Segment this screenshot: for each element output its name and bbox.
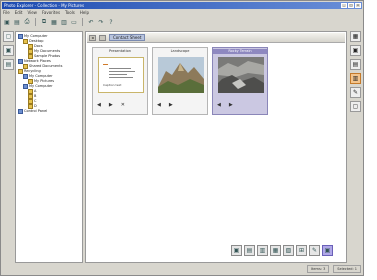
previous-icon[interactable]: ◀ — [217, 102, 221, 108]
minimize-button[interactable]: _ — [341, 3, 347, 8]
copy-icon[interactable]: ⧉ — [40, 18, 48, 26]
next-icon[interactable]: ▶ — [109, 102, 113, 108]
card-controls: ◀ ▶ ✕ — [97, 102, 143, 108]
content-header: ◂ Contact Sheet — [87, 33, 345, 43]
previous-icon[interactable]: ◀ — [157, 102, 161, 108]
thumbnail-card-landscape[interactable]: Landscape ◀ ▶ — [152, 47, 208, 115]
save-icon[interactable]: ▣ — [3, 18, 11, 26]
image-icon[interactable]: ▥ — [60, 18, 68, 26]
title-bar[interactable]: Photo Explorer - Collection - My Picture… — [2, 2, 362, 9]
menu-item-edit[interactable]: Edit — [15, 10, 23, 16]
bottom-tool-icon[interactable]: ⊞ — [296, 244, 307, 256]
window-controls: _ □ × — [341, 3, 361, 8]
bottom-tool-icon[interactable]: ▧ — [283, 244, 294, 256]
left-tool-strip: ▢ ▣ ▤ — [3, 31, 14, 91]
remove-icon[interactable]: ✕ — [121, 102, 125, 108]
document-thumbnail: Caption text — [98, 57, 144, 93]
bottom-tool-icon[interactable]: ▥ — [257, 244, 268, 256]
rocks-thumbnail — [218, 57, 264, 93]
left-strip-icon[interactable]: ▣ — [3, 45, 14, 56]
status-item-count: Items: 3 — [306, 265, 330, 273]
bottom-tool-icon[interactable]: ▤ — [244, 244, 255, 256]
toolbar-separator — [82, 18, 83, 26]
back-button[interactable]: ◂ — [89, 34, 96, 41]
status-selected-count: Selected: 1 — [333, 265, 361, 273]
maximize-button[interactable]: □ — [348, 3, 354, 8]
bottom-tool-icon[interactable]: ▦ — [270, 244, 281, 256]
content-pane: ◂ Contact Sheet Presentation Caption tex… — [85, 31, 347, 263]
bottom-toolbar: ▣ ▤ ▥ ▦ ▧ ⊞ ✎ ▣ — [231, 243, 341, 257]
menu-item-file[interactable]: File — [3, 10, 10, 16]
thumbnail-card-rocks[interactable]: Rocky Terrain ◀ ▶ — [212, 47, 268, 115]
view-button[interactable] — [99, 34, 106, 41]
paste-icon[interactable]: ▦ — [50, 18, 58, 26]
bottom-tool-icon[interactable]: ✎ — [309, 244, 320, 256]
main-toolbar: ▣ ▤ ⎙ ⧉ ▦ ▥ ▭ ↶ ↷? — [3, 17, 361, 27]
side-tool-icon[interactable]: ▤ — [350, 59, 361, 70]
card-title: Presentation — [109, 49, 131, 53]
side-tool-icon[interactable]: ▦ — [350, 31, 361, 42]
bottom-tool-icon[interactable]: ▣ — [231, 244, 242, 256]
side-tool-icon[interactable]: ▢ — [350, 101, 361, 112]
window-title: Photo Explorer - Collection - My Picture… — [4, 3, 85, 8]
menu-item-tools[interactable]: Tools — [65, 10, 75, 16]
print-icon[interactable]: ⎙ — [23, 18, 31, 26]
undo-icon[interactable]: ↶ — [87, 18, 95, 26]
side-tool-icon[interactable]: ▣ — [350, 45, 361, 56]
thumbnail-grid: Presentation Caption text ◀ ▶ ✕ Landscap… — [92, 47, 268, 115]
menu-item-view[interactable]: View — [27, 10, 37, 16]
document-caption: Caption text — [103, 83, 122, 87]
left-strip-icon[interactable]: ▢ — [3, 31, 14, 42]
card-controls: ◀ ▶ — [217, 102, 263, 108]
tree-item[interactable]: Control Panel — [18, 109, 80, 114]
redo-icon[interactable]: ↷ — [97, 18, 105, 26]
app-window: Photo Explorer - Collection - My Picture… — [0, 0, 364, 276]
next-icon[interactable]: ▶ — [169, 102, 173, 108]
help-icon[interactable]: ? — [107, 18, 115, 26]
content-view-label[interactable]: Contact Sheet — [109, 34, 146, 41]
menu-item-favorites[interactable]: Favorites — [42, 10, 60, 16]
next-icon[interactable]: ▶ — [229, 102, 233, 108]
side-tool-icon[interactable]: ✎ — [350, 87, 361, 98]
right-tool-panel: ▦ ▣ ▤ ▥ ✎ ▢ — [350, 31, 362, 112]
landscape-thumbnail — [158, 57, 204, 93]
previous-icon[interactable]: ◀ — [97, 102, 101, 108]
menu-item-help[interactable]: Help — [80, 10, 89, 16]
menu-bar: File Edit View Favorites Tools Help — [3, 10, 361, 16]
toolbar-separator — [35, 18, 36, 26]
thumbnail-card-document[interactable]: Presentation Caption text ◀ ▶ ✕ — [92, 47, 148, 115]
computer-icon — [18, 109, 23, 114]
tree-item-label: Control Panel — [24, 109, 48, 113]
card-controls: ◀ ▶ — [157, 102, 203, 108]
close-button[interactable]: × — [355, 3, 361, 8]
card-title: Rocky Terrain — [213, 49, 267, 54]
status-bar: Items: 3 Selected: 1 — [3, 265, 361, 273]
open-icon[interactable]: ▤ — [13, 18, 21, 26]
slideshow-icon[interactable]: ▭ — [70, 18, 78, 26]
folder-tree: My Computer Desktop Docs My Documents Sample… — [15, 31, 83, 263]
bottom-tool-icon[interactable]: ▣ — [322, 244, 333, 256]
left-strip-icon[interactable]: ▤ — [3, 59, 14, 70]
card-title: Landscape — [170, 49, 190, 53]
side-tool-icon[interactable]: ▥ — [350, 73, 361, 84]
